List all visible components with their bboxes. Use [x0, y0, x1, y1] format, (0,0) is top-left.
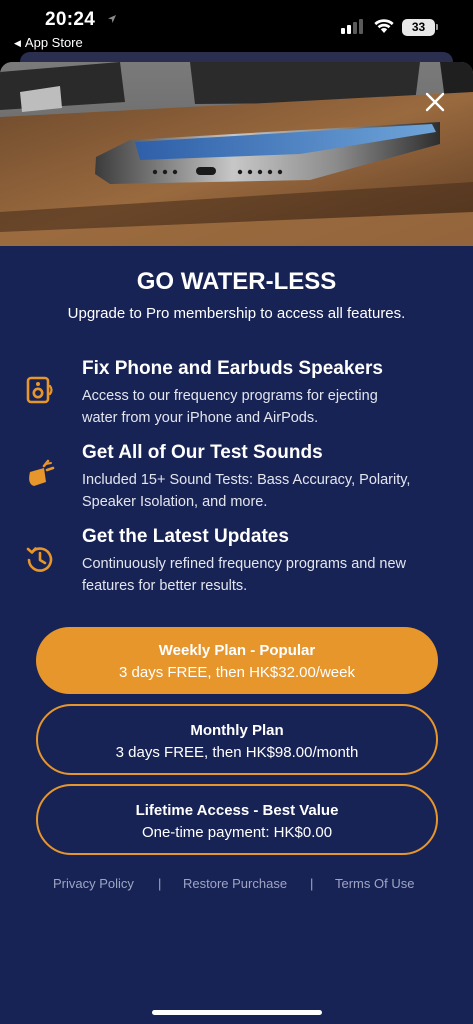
terms-of-use-link[interactable]: Terms Of Use [335, 876, 414, 891]
plan-price: 3 days FREE, then HK$98.00/month [115, 744, 359, 761]
feature-desc-line: Included 15+ Sound Tests: Bass Accuracy,… [82, 472, 411, 488]
hero-image [0, 62, 473, 246]
screen: 20:24 ◀ App Store 33 GO WATER-LESS Upgra… [0, 0, 473, 1024]
feature-desc-updates: Continuously refined frequency programs … [82, 553, 452, 597]
footer-separator: | [158, 876, 162, 891]
status-bar: 20:24 ◀ App Store 33 [0, 0, 473, 52]
plan-name: Lifetime Access - Best Value [135, 802, 339, 819]
back-app-label: App Store [24, 35, 83, 50]
feature-title-test-sounds: Get All of Our Test Sounds [82, 442, 323, 463]
feature-desc-speakers: Access to our frequency programs for eje… [82, 385, 452, 429]
feature-desc-line: water from your iPhone and AirPods. [82, 410, 319, 426]
feature-desc-line: features for better results. [82, 578, 248, 594]
plan-price: 3 days FREE, then HK$32.00/week [119, 664, 355, 681]
speaker-icon [26, 376, 53, 404]
feature-desc-test-sounds: Included 15+ Sound Tests: Bass Accuracy,… [82, 469, 452, 513]
plan-name: Monthly Plan [190, 722, 284, 739]
phone-on-table-photo [0, 62, 473, 246]
back-to-app-store[interactable]: ◀ App Store [14, 35, 83, 50]
lifetime-plan-button[interactable]: Lifetime Access - Best Value One-time pa… [36, 784, 438, 855]
close-icon[interactable] [423, 90, 447, 114]
feature-title-updates: Get the Latest Updates [82, 526, 289, 547]
weekly-plan-button[interactable]: Weekly Plan - Popular 3 days FREE, then … [36, 627, 438, 694]
plan-price: One-time payment: HK$0.00 [141, 824, 333, 841]
monthly-plan-button[interactable]: Monthly Plan 3 days FREE, then HK$98.00/… [36, 704, 438, 775]
home-indicator[interactable] [152, 1010, 322, 1015]
back-triangle-icon: ◀ [14, 38, 21, 48]
cellular-signal-icon [341, 19, 363, 34]
page-title: GO WATER-LESS [136, 268, 337, 295]
wifi-icon [374, 19, 394, 33]
page-subtitle: Upgrade to Pro membership to access all … [67, 305, 406, 322]
footer-links: Privacy Policy | Restore Purchase | Term… [0, 876, 473, 896]
feature-desc-line: Access to our frequency programs for eje… [82, 388, 378, 404]
battery-tip [436, 24, 438, 30]
feature-title-speakers: Fix Phone and Earbuds Speakers [82, 358, 383, 379]
privacy-policy-link[interactable]: Privacy Policy [53, 876, 134, 891]
feature-desc-line: Speaker Isolation, and more. [82, 494, 268, 510]
battery-indicator: 33 [402, 19, 435, 36]
update-clock-icon [26, 547, 53, 572]
footer-separator: | [310, 876, 314, 891]
paywall-sheet: GO WATER-LESS Upgrade to Pro membership … [0, 62, 473, 1024]
location-arrow-icon [108, 15, 116, 23]
restore-purchase-link[interactable]: Restore Purchase [183, 876, 287, 891]
plan-name: Weekly Plan - Popular [158, 642, 316, 659]
feature-desc-line: Continuously refined frequency programs … [82, 556, 407, 572]
sound-test-icon [29, 459, 55, 486]
status-time: 20:24 [45, 9, 96, 30]
